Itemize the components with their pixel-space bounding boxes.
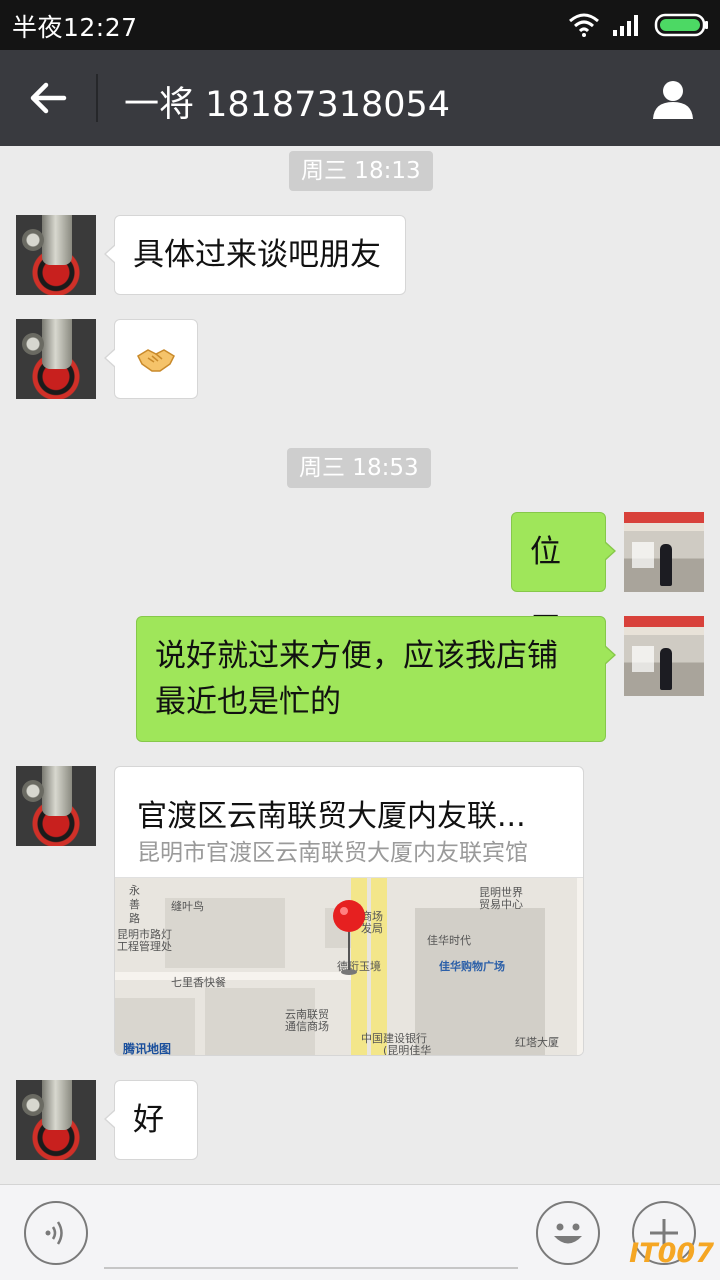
timestamp: 周三 18:13	[289, 151, 433, 191]
voice-button[interactable]	[24, 1201, 88, 1265]
message-text-line: 说好就过来方便，应该我店铺	[155, 638, 558, 674]
message-text: 具体过来谈吧朋友	[133, 237, 381, 273]
friend-avatar[interactable]	[16, 215, 96, 295]
emoji-button[interactable]	[536, 1201, 600, 1265]
map-pin-icon	[333, 900, 365, 975]
my-avatar[interactable]	[624, 616, 704, 696]
handshake-icon	[137, 349, 175, 372]
message-bubble-incoming[interactable]	[104, 319, 198, 399]
location-card[interactable]: 官渡区云南联贸大厦内友联... 昆明市官渡区云南联贸大厦内友联宾馆 永 善 路 …	[114, 766, 584, 1056]
chat-title: 一将 18187318054	[124, 85, 451, 125]
back-arrow-icon[interactable]	[26, 76, 70, 120]
message-text-line: 最近也是忙的	[155, 684, 341, 720]
voice-icon	[45, 1221, 63, 1245]
status-bar: 半夜12:27	[0, 0, 720, 50]
message-text: 好	[133, 1102, 164, 1138]
input-bar	[0, 1184, 720, 1280]
map-label: 通信商场	[285, 1020, 329, 1033]
map-label: 佳华购物广场	[439, 960, 505, 973]
friend-avatar[interactable]	[16, 319, 96, 399]
friend-avatar[interactable]	[16, 766, 96, 846]
map-logo: 腾讯地图	[123, 1042, 172, 1056]
map-label: 缝叶鸟	[171, 900, 204, 913]
map-label: 工程管理处	[117, 940, 172, 953]
message-bubble-incoming[interactable]: 好	[104, 1080, 198, 1160]
smiley-icon	[554, 1223, 582, 1244]
signal-icon	[613, 15, 638, 36]
status-icons	[568, 12, 710, 38]
map-label: 路	[129, 912, 140, 925]
status-time: 半夜12:27	[12, 13, 138, 42]
friend-avatar[interactable]	[16, 1080, 96, 1160]
location-address: 昆明市官渡区云南联贸大厦内友联宾馆	[137, 840, 528, 866]
person-icon[interactable]	[652, 78, 694, 120]
battery-icon	[654, 13, 708, 37]
message-bubble-outgoing[interactable]: 位置	[511, 512, 616, 648]
map-label: 佳华时代	[427, 934, 471, 947]
header-divider	[96, 74, 98, 122]
chat-header: 一将 18187318054	[0, 50, 720, 146]
map-label: 贸易中心	[479, 898, 523, 911]
location-name: 官渡区云南联贸大厦内友联...	[137, 799, 526, 834]
message-input[interactable]	[104, 1267, 518, 1269]
watermark-logo: IT007	[629, 1238, 714, 1269]
location-map[interactable]: 永 善 路 缝叶鸟 昆明市路灯 工程管理处 七里香快餐 云南联贸 通信商场 德珩…	[115, 877, 583, 1056]
wifi-icon	[569, 13, 599, 37]
map-label: (昆明佳华	[383, 1044, 432, 1056]
timestamp: 周三 18:53	[287, 448, 431, 488]
map-label: 七里香快餐	[171, 976, 226, 989]
map-label: 红塔大厦	[515, 1036, 559, 1049]
message-bubble-outgoing[interactable]: 说好就过来方便，应该我店铺 最近也是忙的	[136, 616, 616, 742]
my-avatar[interactable]	[624, 512, 704, 592]
message-bubble-incoming[interactable]: 具体过来谈吧朋友	[104, 215, 406, 295]
